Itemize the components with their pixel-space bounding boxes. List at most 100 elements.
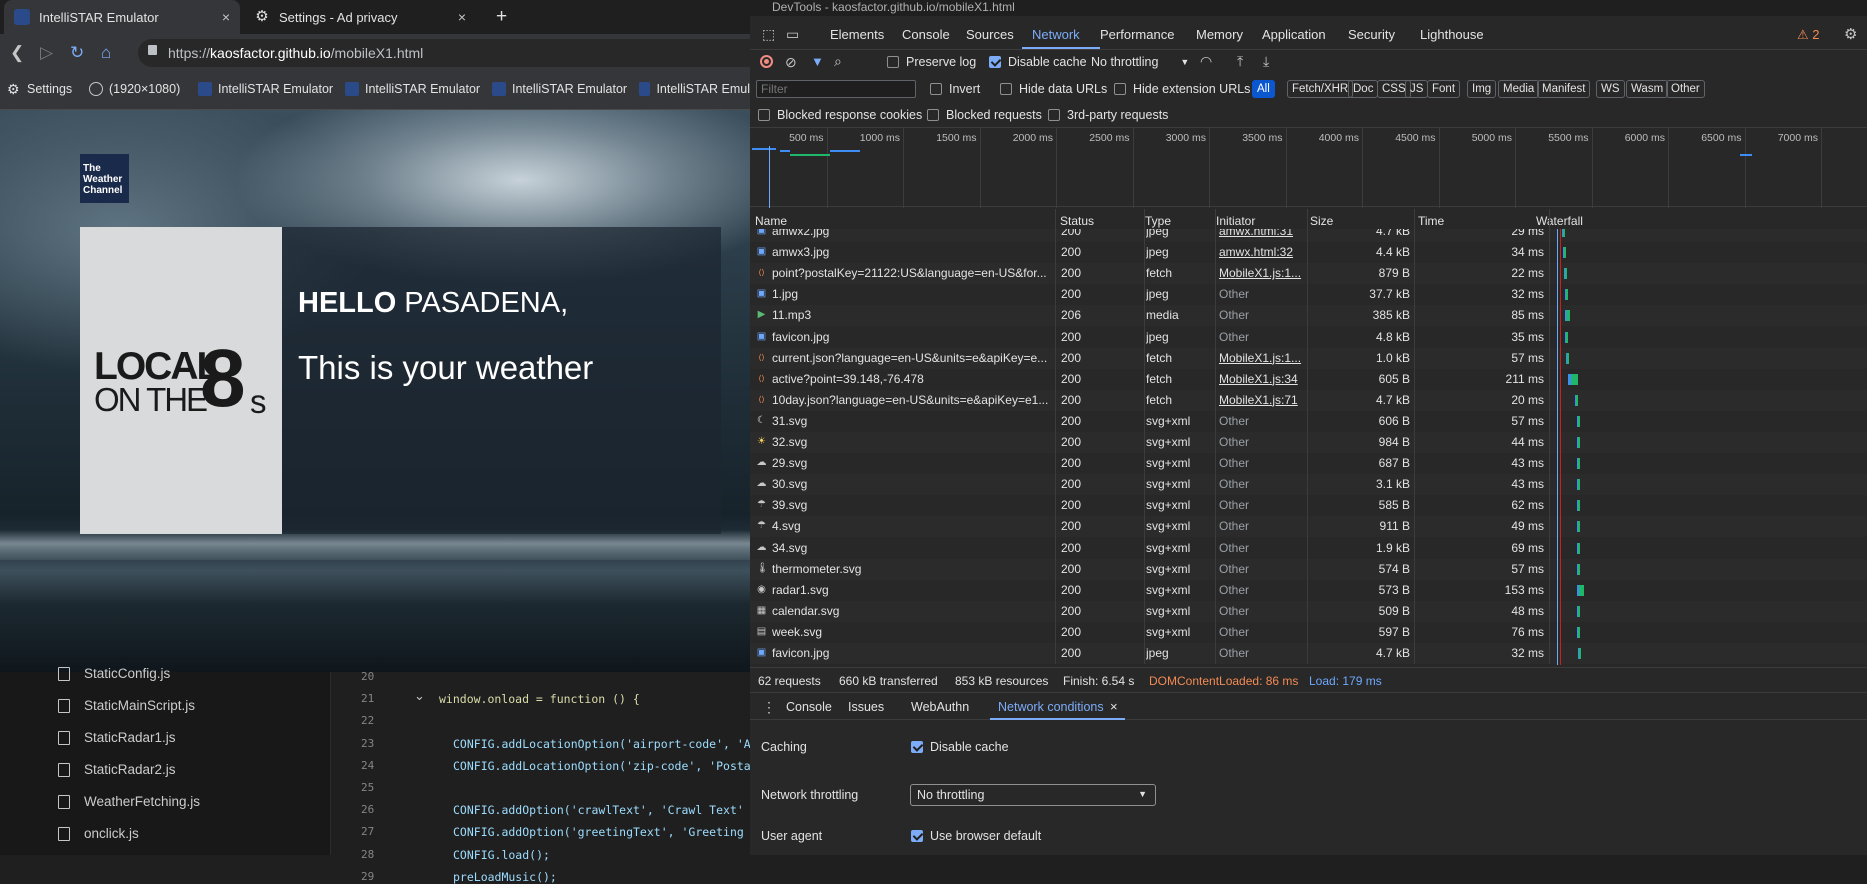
cell-initiator[interactable]: MobileX1.js:71	[1219, 393, 1305, 407]
cell-name[interactable]: point?postalKey=21122:US&language=en-US&…	[772, 266, 1054, 280]
throttling-dropdown[interactable]: No throttling▼	[910, 784, 1156, 806]
column-header-status[interactable]: Status	[1060, 214, 1094, 228]
cell-name[interactable]: amwx2.jpg	[772, 229, 1054, 238]
type-filter-other[interactable]: Other	[1666, 80, 1705, 98]
cell-initiator[interactable]: amwx.html:31	[1219, 229, 1305, 238]
drawer-tab-network-conditions[interactable]: Network conditions	[998, 700, 1104, 714]
table-row[interactable]: ▣1.jpg200jpegOther37.7 kB32 ms	[750, 284, 1867, 305]
hide-extension-urls-checkbox[interactable]: Hide extension URLs	[1114, 82, 1250, 96]
cell-name[interactable]: 10day.json?language=en-US&units=e&apiKey…	[772, 393, 1054, 407]
device-toolbar-icon[interactable]: ▭	[786, 26, 799, 43]
column-header-type[interactable]: Type	[1145, 214, 1171, 228]
code-line[interactable]: CONFIG.addLocationOption('zip-code', 'Po…	[453, 759, 751, 773]
devtools-tab-sources[interactable]: Sources	[966, 27, 1014, 42]
code-line[interactable]: preLoadMusic();	[453, 870, 557, 884]
code-line[interactable]: window.onload = function () {	[439, 692, 640, 706]
type-filter-doc[interactable]: Doc	[1348, 80, 1378, 98]
home-icon[interactable]: ⌂	[101, 44, 111, 62]
drawer-tab-webauthn[interactable]: WebAuthn	[911, 700, 969, 714]
preserve-log-checkbox[interactable]: Preserve log	[887, 55, 976, 69]
tab-settings[interactable]: ⚙ Settings - Ad privacy ×	[244, 0, 476, 34]
filter-icon[interactable]: ▼	[811, 54, 824, 69]
cell-name[interactable]: radar1.svg	[772, 583, 1054, 597]
cell-name[interactable]: 34.svg	[772, 541, 1054, 555]
cell-name[interactable]: amwx3.jpg	[772, 245, 1054, 259]
table-row[interactable]: ☂4.svg200svg+xmlOther911 B49 ms	[750, 516, 1867, 537]
lock-icon[interactable]	[148, 45, 157, 55]
throttling-select[interactable]: No throttling▼	[1091, 55, 1189, 69]
devtools-tab-security[interactable]: Security	[1348, 27, 1395, 42]
record-icon[interactable]	[760, 55, 773, 68]
table-row[interactable]: ☁34.svg200svg+xmlOther1.9 kB69 ms	[750, 538, 1867, 559]
cell-name[interactable]: favicon.jpg	[772, 330, 1054, 344]
table-row[interactable]: ☾31.svg200svg+xmlOther606 B57 ms	[750, 411, 1867, 432]
table-row[interactable]: ▣amwx3.jpg200jpegamwx.html:324.4 kB34 ms	[750, 242, 1867, 263]
upload-icon[interactable]: ⤒	[1237, 53, 1243, 70]
type-filter-all[interactable]: All	[1252, 80, 1275, 98]
close-icon[interactable]: ×	[1110, 699, 1118, 714]
cell-name[interactable]: 31.svg	[772, 414, 1054, 428]
filter-input[interactable]	[756, 80, 916, 98]
checkbox[interactable]	[1114, 83, 1126, 95]
checkbox[interactable]	[758, 109, 770, 121]
table-row[interactable]: ▣amwx2.jpg200jpegamwx.html:314.7 kB29 ms	[750, 229, 1867, 242]
clear-icon[interactable]: ⊘	[785, 54, 797, 71]
cell-name[interactable]: 11.mp3	[772, 308, 1054, 322]
type-filter-wasm[interactable]: Wasm	[1626, 80, 1668, 98]
column-header-initiator[interactable]: Initiator	[1216, 214, 1255, 228]
devtools-tab-lighthouse[interactable]: Lighthouse	[1420, 27, 1484, 42]
cell-name[interactable]: 1.jpg	[772, 287, 1054, 301]
more-tabs-icon[interactable]: ⋮	[762, 699, 776, 716]
table-row[interactable]: ▣favicon.jpg200jpegOther4.8 kB35 ms	[750, 327, 1867, 348]
table-row[interactable]: ▣favicon.jpg200jpegOther4.7 kB32 ms	[750, 643, 1867, 664]
wifi-icon[interactable]: ◠	[1200, 53, 1212, 70]
devtools-tab-memory[interactable]: Memory	[1196, 27, 1243, 42]
table-row[interactable]: ☁29.svg200svg+xmlOther687 B43 ms	[750, 453, 1867, 474]
file-item[interactable]: onclick.js	[58, 826, 139, 841]
checkbox[interactable]	[1000, 83, 1012, 95]
bookmark-settings[interactable]: ⚙Settings	[7, 82, 72, 96]
code-line[interactable]: CONFIG.addOption('greetingText', 'Greeti…	[453, 825, 744, 839]
drawer-tab-console[interactable]: Console	[786, 700, 832, 714]
drawer-tab-issues[interactable]: Issues	[848, 700, 884, 714]
table-row[interactable]: ▦calendar.svg200svg+xmlOther509 B48 ms	[750, 601, 1867, 622]
checkbox[interactable]	[911, 830, 923, 842]
file-item[interactable]: WeatherFetching.js	[58, 794, 200, 809]
cell-initiator[interactable]: MobileX1.js:34	[1219, 372, 1305, 386]
devtools-tab-console[interactable]: Console	[902, 27, 950, 42]
type-filter-ws[interactable]: WS	[1596, 80, 1625, 98]
back-icon[interactable]: ❮	[10, 44, 24, 62]
cell-name[interactable]: week.svg	[772, 625, 1054, 639]
type-filter-media[interactable]: Media	[1498, 80, 1539, 98]
reload-icon[interactable]: ↻	[70, 44, 84, 62]
cell-name[interactable]: 30.svg	[772, 477, 1054, 491]
type-filter-img[interactable]: Img	[1467, 80, 1496, 98]
cell-name[interactable]: active?point=39.148,-76.478	[772, 372, 1054, 386]
devtools-tab-elements[interactable]: Elements	[830, 27, 884, 42]
download-icon[interactable]: ⤓	[1263, 53, 1269, 70]
code-line[interactable]: CONFIG.addLocationOption('airport-code',…	[453, 737, 751, 751]
bookmark-intellistar[interactable]: IntelliSTAR Emulator	[198, 82, 333, 96]
code-line[interactable]: CONFIG.addOption('crawlText', 'Crawl Tex…	[453, 803, 744, 817]
file-item[interactable]: StaticRadar1.js	[58, 730, 176, 745]
table-row[interactable]: ⟨⟩point?postalKey=21122:US&language=en-U…	[750, 263, 1867, 284]
column-header-waterfall[interactable]: Waterfall	[1536, 214, 1583, 228]
cell-initiator[interactable]: amwx.html:32	[1219, 245, 1305, 259]
blocked-requests-checkbox[interactable]: Blocked requests	[927, 108, 1042, 122]
use-browser-default-checkbox[interactable]: Use browser default	[911, 829, 1041, 843]
table-row[interactable]: ☀32.svg200svg+xmlOther984 B44 ms	[750, 432, 1867, 453]
bookmark-intellistar[interactable]: IntelliSTAR Emulator	[345, 82, 480, 96]
bookmark-resolution[interactable]: (1920×1080)	[89, 82, 180, 96]
settings-gear-icon[interactable]: ⚙	[1844, 25, 1857, 43]
warning-badge[interactable]: ⚠ 2	[1797, 27, 1820, 43]
column-header-time[interactable]: Time	[1418, 214, 1444, 228]
devtools-tab-application[interactable]: Application	[1262, 27, 1326, 42]
cell-name[interactable]: thermometer.svg	[772, 562, 1054, 576]
table-row[interactable]: ⟨⟩current.json?language=en-US&units=e&ap…	[750, 348, 1867, 369]
table-row[interactable]: ☁30.svg200svg+xmlOther3.1 kB43 ms	[750, 474, 1867, 495]
table-row[interactable]: ⟨⟩10day.json?language=en-US&units=e&apiK…	[750, 390, 1867, 411]
cell-name[interactable]: 39.svg	[772, 498, 1054, 512]
checkbox[interactable]	[911, 741, 923, 753]
checkbox[interactable]	[930, 83, 942, 95]
bookmark-intellistar[interactable]: IntelliSTAR Emul	[639, 82, 750, 96]
